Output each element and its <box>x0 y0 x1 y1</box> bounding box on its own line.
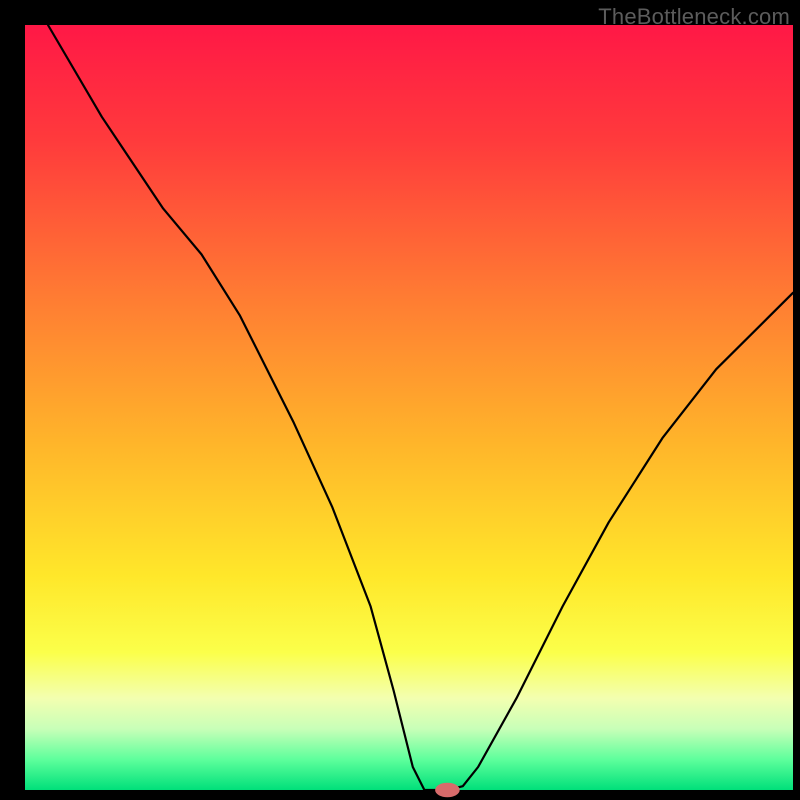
optimal-marker <box>435 783 460 798</box>
bottleneck-chart <box>0 0 800 800</box>
plot-background <box>25 25 793 790</box>
watermark-label: TheBottleneck.com <box>598 4 790 30</box>
chart-container: TheBottleneck.com <box>0 0 800 800</box>
